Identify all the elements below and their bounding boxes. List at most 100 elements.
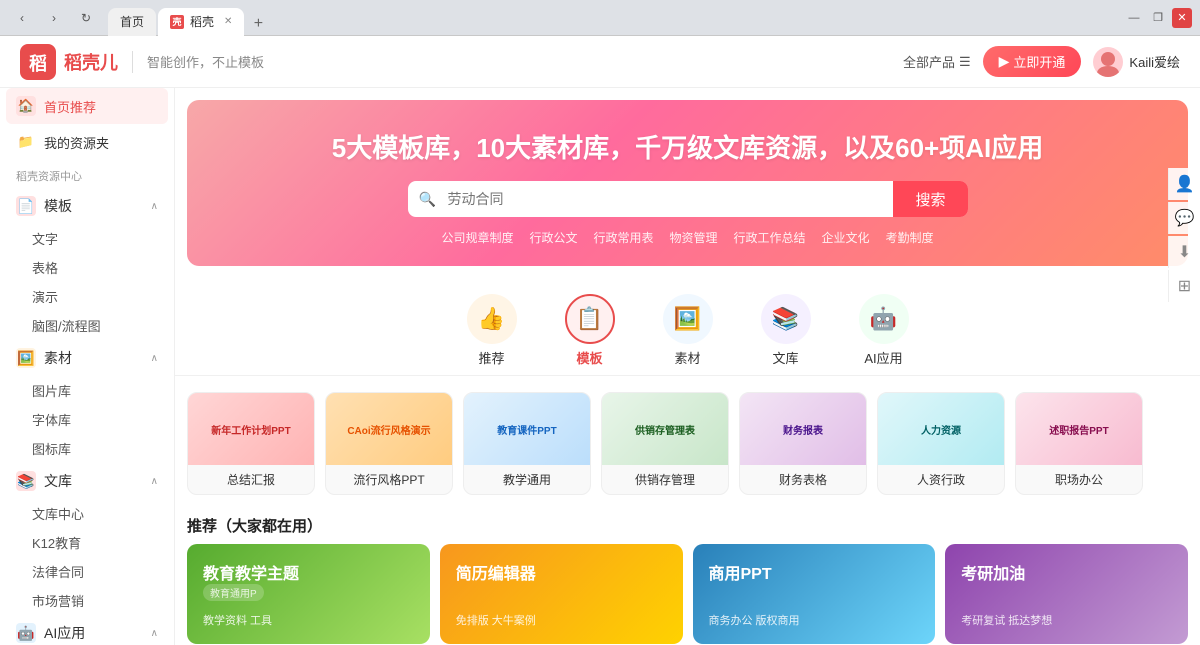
cat-card-1[interactable]: CAoi流行风格演示 流行风格PPT [325, 392, 453, 495]
wenku-label: 文库 [772, 348, 798, 367]
ai-label: AI应用 [864, 348, 902, 367]
material-section-header[interactable]: 🖼️ 素材 ∧ [0, 340, 174, 376]
library-section-header[interactable]: 📚 文库 ∧ [0, 463, 174, 499]
sidebar-sub-present[interactable]: 演示 [0, 282, 174, 311]
cat-card-4[interactable]: 财务报表 财务表格 [739, 392, 867, 495]
cat-card-5[interactable]: 人力资源 人资行政 [877, 392, 1005, 495]
keyword-3[interactable]: 物资管理 [669, 229, 717, 246]
cat-label-5: 人资行政 [878, 465, 1004, 494]
tab-home-label: 首页 [120, 13, 144, 30]
material-icon: 🖼️ [16, 348, 36, 368]
sidebar-sub-icon[interactable]: 图标库 [0, 434, 174, 463]
rec-card-sub-2: 商务办公 版权商用 [709, 612, 920, 628]
rec-card-resume[interactable]: 简历编辑器 免排版 大牛案例 [440, 544, 683, 644]
wenku-icon: 📚 [761, 294, 811, 344]
template-chevron: ∧ [151, 201, 158, 212]
cat-card-2[interactable]: 教育课件PPT 教学通用 [463, 392, 591, 495]
cat-img-1: CAoi流行风格演示 [326, 393, 452, 465]
restore-button[interactable]: ❐ [1148, 8, 1168, 28]
rec-card-sub-1: 免排版 大牛案例 [456, 612, 667, 628]
float-user-button[interactable]: 👤 [1168, 168, 1200, 200]
template-section-header[interactable]: 📄 模板 ∧ [0, 188, 174, 224]
browser-controls: ‹ › ↻ [8, 7, 100, 29]
tab-favicon: 壳 [170, 15, 184, 29]
keyword-1[interactable]: 行政公文 [529, 229, 577, 246]
rec-card-title-2: 商用PPT [709, 560, 920, 584]
logo-text: 稻壳儿 [64, 49, 118, 75]
nav-ai[interactable]: 🤖 AI应用 [859, 294, 909, 367]
avatar [1093, 47, 1123, 77]
sidebar-sub-font[interactable]: 字体库 [0, 405, 174, 434]
app-layout: 🏠 首页推荐 📁 我的资源夹 稻壳资源中心 📄 模板 ∧ 文字 表格 演示 脑图 [0, 88, 1200, 645]
cat-img-0: 新年工作计划PPT [188, 393, 314, 465]
cat-img-6: 述职报告PPT [1016, 393, 1142, 465]
forward-button[interactable]: › [40, 7, 68, 29]
content-area: 新年工作计划PPT 总结汇报 CAoi流行风格演示 流行风格PPT 教育课件PP… [175, 376, 1200, 645]
material-chevron: ∧ [151, 353, 158, 364]
home-icon: 🏠 [16, 96, 36, 116]
tab-home[interactable]: 首页 [108, 8, 156, 36]
new-tab-button[interactable]: + [246, 12, 270, 36]
keyword-5[interactable]: 企业文化 [822, 229, 870, 246]
sidebar-item-home[interactable]: 🏠 首页推荐 [6, 88, 168, 124]
all-products-button[interactable]: 全部产品 ☰ [903, 52, 971, 71]
search-bar: 🔍 搜索 [408, 181, 968, 217]
sucai-label: 素材 [674, 348, 700, 367]
logo-area: 稻 稻壳儿 智能创作，不止模板 [20, 44, 264, 80]
back-button[interactable]: ‹ [8, 7, 36, 29]
cat-label-3: 供销存管理 [602, 465, 728, 494]
cat-card-6[interactable]: 述职报告PPT 职场办公 [1015, 392, 1143, 495]
sidebar-sub-mindmap[interactable]: 脑图/流程图 [0, 311, 174, 340]
cat-label-6: 职场办公 [1016, 465, 1142, 494]
browser-chrome: ‹ › ↻ 首页 壳 稻壳 ✕ + — ❐ ✕ [0, 0, 1200, 36]
minimize-button[interactable]: — [1124, 8, 1144, 28]
logo-divider [132, 51, 133, 73]
keyword-2[interactable]: 行政常用表 [593, 229, 653, 246]
float-grid-button[interactable]: ⊞ [1168, 270, 1200, 302]
sidebar-sub-table[interactable]: 表格 [0, 253, 174, 282]
moban-label: 模板 [576, 348, 602, 367]
keyword-0[interactable]: 公司规章制度 [441, 229, 513, 246]
close-button[interactable]: ✕ [1172, 8, 1192, 28]
sidebar-sub-k12[interactable]: K12教育 [0, 528, 174, 557]
cat-card-0[interactable]: 新年工作计划PPT 总结汇报 [187, 392, 315, 495]
sidebar: 🏠 首页推荐 📁 我的资源夹 稻壳资源中心 📄 模板 ∧ 文字 表格 演示 脑图 [0, 88, 175, 645]
nav-sucai[interactable]: 🖼️ 素材 [663, 294, 713, 367]
sidebar-sub-marketing[interactable]: 市场营销 [0, 586, 174, 615]
sidebar-sub-text[interactable]: 文字 [0, 224, 174, 253]
folder-icon: 📁 [16, 132, 36, 152]
tab-active-label: 稻壳 [190, 13, 214, 30]
search-button[interactable]: 搜索 [893, 181, 967, 217]
rec-card-education[interactable]: 教育教学主题 教育通用P 教学资料 工具 [187, 544, 430, 644]
float-message-button[interactable]: 💬 [1168, 202, 1200, 234]
sidebar-item-folder[interactable]: 📁 我的资源夹 [0, 124, 174, 160]
username: Kaili爱绘 [1129, 52, 1180, 71]
search-input[interactable] [448, 181, 894, 217]
ai-section-header[interactable]: 🤖 AI应用 ∧ [0, 615, 174, 645]
tab-close-button[interactable]: ✕ [224, 16, 232, 27]
rec-card-inner-0: 教育教学主题 教育通用P 教学资料 工具 [187, 544, 430, 644]
vip-button[interactable]: ▶ 立即开通 [983, 46, 1082, 77]
nav-moban[interactable]: 📋 模板 [565, 294, 615, 367]
hot-keywords: 公司规章制度 行政公文 行政常用表 物资管理 行政工作总结 企业文化 考勤制度 [227, 229, 1148, 246]
keyword-4[interactable]: 行政工作总结 [734, 229, 806, 246]
rec-card-exam[interactable]: 考研加油 考研复试 抵达梦想 [945, 544, 1188, 644]
tab-active[interactable]: 壳 稻壳 ✕ [158, 8, 244, 36]
cat-label-0: 总结汇报 [188, 465, 314, 494]
user-area[interactable]: Kaili爱绘 [1093, 47, 1180, 77]
tab-bar: 首页 壳 稻壳 ✕ + [108, 0, 1116, 36]
nav-wenku[interactable]: 📚 文库 [761, 294, 811, 367]
main-content: 5大模板库，10大素材库，千万级文库资源，以及60+项AI应用 🔍 搜索 公司规… [175, 88, 1200, 645]
sidebar-sub-legal[interactable]: 法律合同 [0, 557, 174, 586]
rec-card-title-0: 教育教学主题 [203, 560, 414, 584]
sidebar-sub-image[interactable]: 图片库 [0, 376, 174, 405]
nav-tuijian[interactable]: 👍 推荐 [467, 294, 517, 367]
cat-card-3[interactable]: 供销存管理表 供销存管理 [601, 392, 729, 495]
refresh-button[interactable]: ↻ [72, 7, 100, 29]
keyword-6[interactable]: 考勤制度 [886, 229, 934, 246]
float-download-button[interactable]: ⬇ [1168, 236, 1200, 268]
rec-card-inner-2: 商用PPT 商务办公 版权商用 [693, 544, 936, 644]
cat-img-3: 供销存管理表 [602, 393, 728, 465]
rec-card-ppt[interactable]: 商用PPT 商务办公 版权商用 [693, 544, 936, 644]
sidebar-sub-library-center[interactable]: 文库中心 [0, 499, 174, 528]
